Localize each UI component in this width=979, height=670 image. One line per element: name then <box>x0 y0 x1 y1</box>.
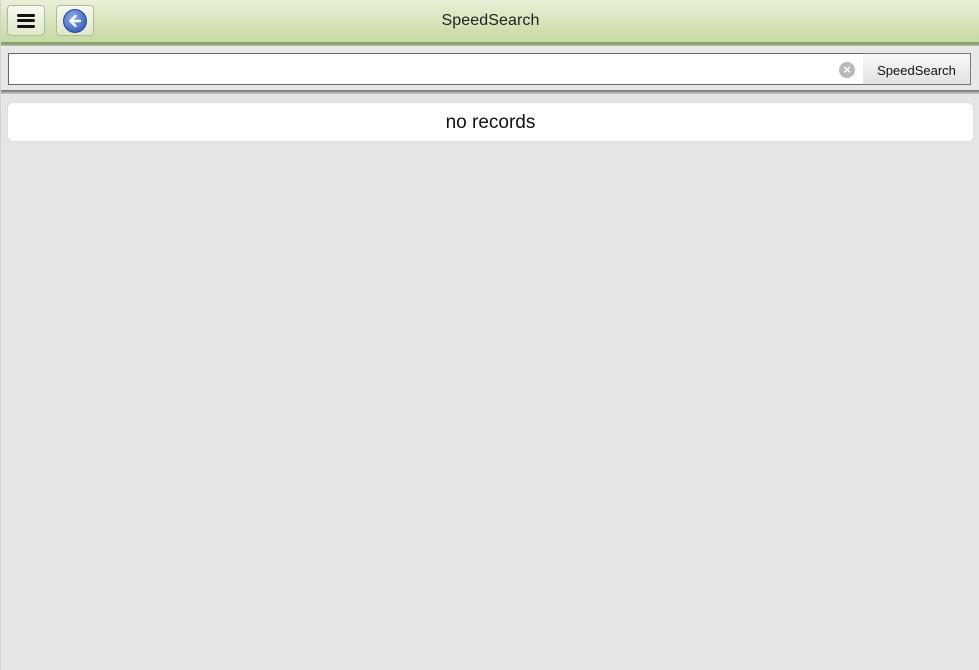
speedsearch-button[interactable]: SpeedSearch <box>863 53 971 85</box>
search-field: × <box>8 53 864 85</box>
search-bar-divider <box>1 90 979 94</box>
title-bar: SpeedSearch <box>1 0 979 43</box>
search-bar: × SpeedSearch <box>1 46 979 92</box>
clear-circle-icon[interactable]: × <box>839 62 855 78</box>
search-input[interactable] <box>9 54 863 84</box>
results-panel: no records <box>8 103 973 141</box>
app-window: SpeedSearch × SpeedSearch no records <box>0 0 979 670</box>
page-title: SpeedSearch <box>441 12 540 29</box>
empty-results-message: no records <box>445 112 536 133</box>
